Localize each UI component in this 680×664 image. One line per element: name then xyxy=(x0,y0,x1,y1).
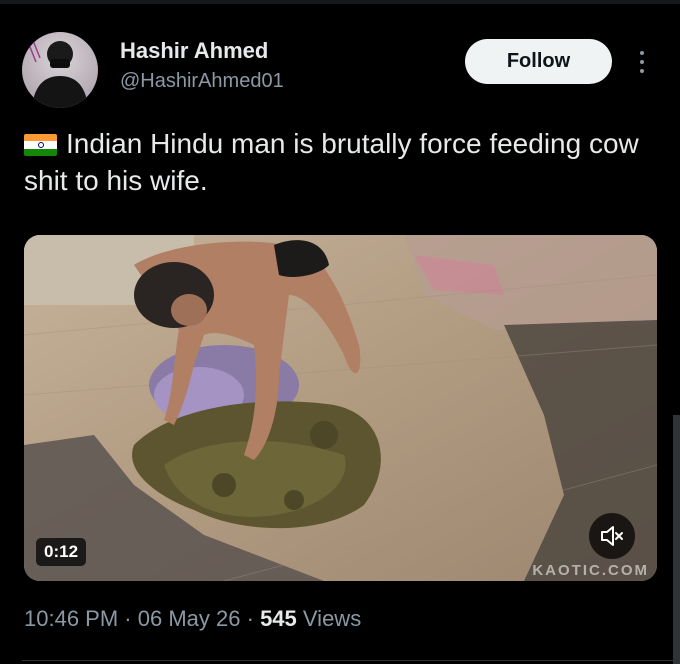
speaker-glyph xyxy=(601,526,623,546)
top-divider xyxy=(0,0,680,4)
post-time[interactable]: 10:46 PM xyxy=(24,606,118,631)
follow-button[interactable]: Follow xyxy=(465,39,612,84)
author-name[interactable]: Hashir Ahmed xyxy=(120,38,268,64)
author-handle[interactable]: @HashirAhmed01 xyxy=(120,70,284,93)
tweet-card: Hashir Ahmed @HashirAhmed01 Follow India… xyxy=(0,0,680,664)
author-avatar[interactable] xyxy=(22,32,98,108)
bottom-divider xyxy=(22,660,680,661)
avatar-image xyxy=(27,37,88,108)
more-options-icon[interactable] xyxy=(628,44,656,80)
tweet-text: Indian Hindu man is brutally force feedi… xyxy=(24,128,639,196)
india-flag-icon xyxy=(24,134,57,156)
more-dot xyxy=(640,60,644,64)
more-dot xyxy=(640,69,644,73)
video-player[interactable]: 0:12 KAOTIC.COM xyxy=(24,235,657,581)
views-count: 545 xyxy=(260,606,297,631)
video-watermark: KAOTIC.COM xyxy=(532,562,649,579)
more-dot xyxy=(640,51,644,55)
views-label: Views xyxy=(302,606,362,631)
meta-separator: · xyxy=(246,606,254,631)
meta-separator: · xyxy=(124,606,132,631)
volume-muted-icon[interactable] xyxy=(589,513,635,559)
post-date[interactable]: 06 May 26 xyxy=(138,606,241,631)
tweet-metadata: 10:46 PM · 06 May 26 · 545 Views xyxy=(24,606,361,632)
video-duration: 0:12 xyxy=(36,538,87,566)
video-thumbnail xyxy=(24,235,657,581)
scrollbar[interactable] xyxy=(673,415,680,664)
tweet-text-block: Indian Hindu man is brutally force feedi… xyxy=(24,125,654,199)
